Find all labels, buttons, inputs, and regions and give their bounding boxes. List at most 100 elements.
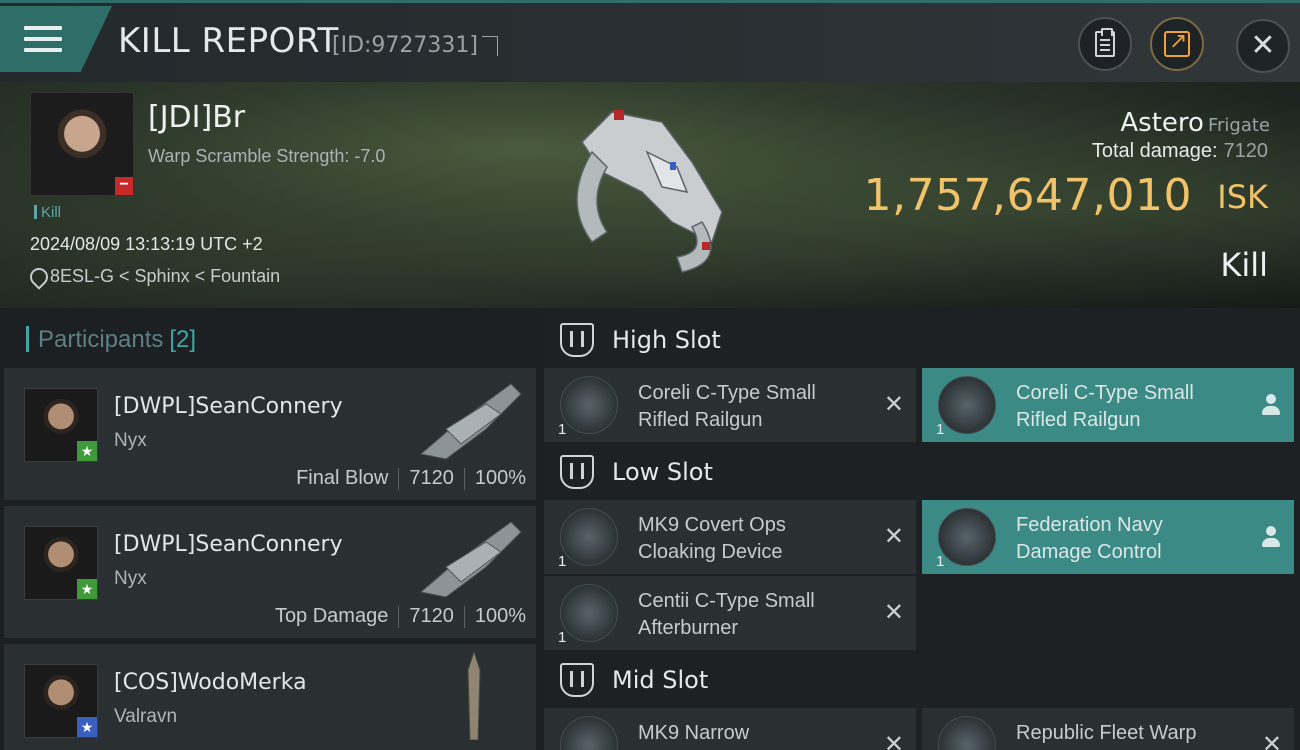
isk-unit: ISK [1217,178,1268,216]
high-slot-header: High Slot [544,310,1300,370]
x-icon: ✕ [883,390,904,418]
participant-percent: 100% [474,605,526,627]
kill-location[interactable]: 8ESL-G < Sphinx < Fountain [30,266,280,287]
kill-tag: Kill [34,204,61,221]
x-icon: ✕ [883,522,904,550]
participant-ship-image [419,383,522,460]
slot-shield-icon [560,323,594,357]
slot-title: Mid Slot [612,666,709,694]
module-icon [560,376,618,434]
module-name: Coreli C-Type Small Rifled Railgun [1016,382,1194,431]
participant-row[interactable]: ★ [DWPL]SeanConnery Nyx Final Blow 7120 … [4,368,536,502]
slot-title: High Slot [612,326,721,354]
hamburger-icon [24,26,62,52]
report-id[interactable]: [ID:9727331] [332,33,478,58]
module-item[interactable]: 1 Federation Navy Damage Control [922,500,1294,574]
victim-header: − [JDI]Br Warp Scramble Strength: -7.0 K… [0,82,1300,308]
copy-id-icon[interactable] [482,36,498,56]
pin-icon [30,268,44,286]
participant-ship-image [467,650,481,740]
participant-ship: Nyx [114,568,147,589]
total-damage: Total damage: 7120 [1091,140,1268,162]
standing-star-icon: ★ [77,717,97,737]
participant-percent: 100% [474,467,526,489]
title-bar: KILL REPORT [ID:9727331] ✕ [0,0,1300,82]
participants-panel: Participants [2] ★ [DWPL]SeanConnery Nyx … [0,308,540,750]
module-name: MK9 Narrow [638,722,750,744]
page-title: KILL REPORT [118,21,339,61]
participant-stats: Final Blow 7120 100% [296,467,526,490]
module-qty: 1 [936,553,945,570]
module-icon [560,584,618,642]
hostile-standing-icon: − [115,177,133,195]
module-item[interactable]: 1 Coreli C-Type Small Rifled Railgun ✕ [544,368,916,442]
module-icon [560,716,618,750]
avatar: ★ [24,388,98,462]
person-icon [1262,394,1280,416]
module-item[interactable]: 1 Republic Fleet Warp ✕ [922,708,1294,750]
kill-result: Kill [1220,246,1268,284]
header-actions: ✕ [1040,15,1300,75]
slot-title: Low Slot [612,458,713,486]
x-icon: ✕ [1261,730,1282,750]
victim-ship-image [576,110,723,273]
module-name: Federation Navy Damage Control [1016,514,1163,563]
standing-star-icon: ★ [77,441,97,461]
slot-shield-icon [560,455,594,489]
low-slot-header: Low Slot [544,442,1300,502]
module-icon [938,376,996,434]
clipboard-button[interactable] [1078,17,1132,71]
kill-datetime: 2024/08/09 13:13:19 UTC +2 [30,234,263,254]
module-item[interactable]: 1 MK9 Covert Ops Cloaking Device ✕ [544,500,916,574]
module-name: Republic Fleet Warp [1016,722,1197,744]
module-icon [938,508,996,566]
ship-class: Frigate [1207,115,1270,136]
participant-name: [DWPL]SeanConnery [114,532,343,557]
victim-ship-name[interactable]: Astero Frigate [1120,108,1270,138]
participant-row[interactable]: ★ [COS]WodoMerka Valravn [4,644,536,750]
module-name: Coreli C-Type Small Rifled Railgun [638,382,816,431]
module-item[interactable]: 1 MK9 Narrow ✕ [544,708,916,750]
location-text: 8ESL-G < Sphinx < Fountain [50,266,281,286]
participant-name: [DWPL]SeanConnery [114,394,343,419]
avatar: ★ [24,526,98,600]
participant-damage: 7120 [409,467,454,489]
module-item[interactable]: 1 Centii C-Type Small Afterburner ✕ [544,576,916,650]
warp-scramble-strength: Warp Scramble Strength: -7.0 [148,146,386,166]
close-icon: ✕ [1250,28,1276,63]
module-icon [938,716,996,750]
module-icon [560,508,618,566]
module-item[interactable]: 1 Coreli C-Type Small Rifled Railgun [922,368,1294,442]
victim-name[interactable]: [JDI]Br [148,100,245,135]
participant-ship: Nyx [114,430,147,451]
isk-value: 1,757,647,010 [863,170,1192,221]
x-icon: ✕ [883,730,904,750]
module-qty: 1 [558,629,567,646]
participant-name: [COS]WodoMerka [114,670,307,695]
participant-role: Top Damage [274,605,389,627]
close-button[interactable]: ✕ [1236,19,1290,73]
standing-star-icon: ★ [77,579,97,599]
x-icon: ✕ [883,598,904,626]
participant-role: Final Blow [296,467,389,489]
share-button[interactable] [1150,17,1204,71]
victim-portrait[interactable]: − [30,92,134,196]
share-icon [1164,29,1190,57]
participant-row[interactable]: ★ [DWPL]SeanConnery Nyx Top Damage 7120 … [4,506,536,640]
mid-slot-header: Mid Slot [544,650,1300,710]
participant-stats: Top Damage 7120 100% [275,605,526,628]
participant-damage: 7120 [409,605,454,627]
participant-ship-image [419,521,522,598]
module-name: MK9 Covert Ops Cloaking Device [638,514,786,563]
person-icon [1262,526,1280,548]
participant-ship: Valravn [114,706,178,727]
participants-heading: Participants [2] [0,308,540,368]
slot-shield-icon [560,663,594,697]
module-qty: 1 [558,421,567,438]
menu-button[interactable] [0,6,112,72]
module-name: Centii C-Type Small Afterburner [638,590,815,639]
module-qty: 1 [936,421,945,438]
module-qty: 1 [558,553,567,570]
fitting-panel: High Slot 1 Coreli C-Type Small Rifled R… [544,308,1300,750]
avatar: ★ [24,664,98,738]
